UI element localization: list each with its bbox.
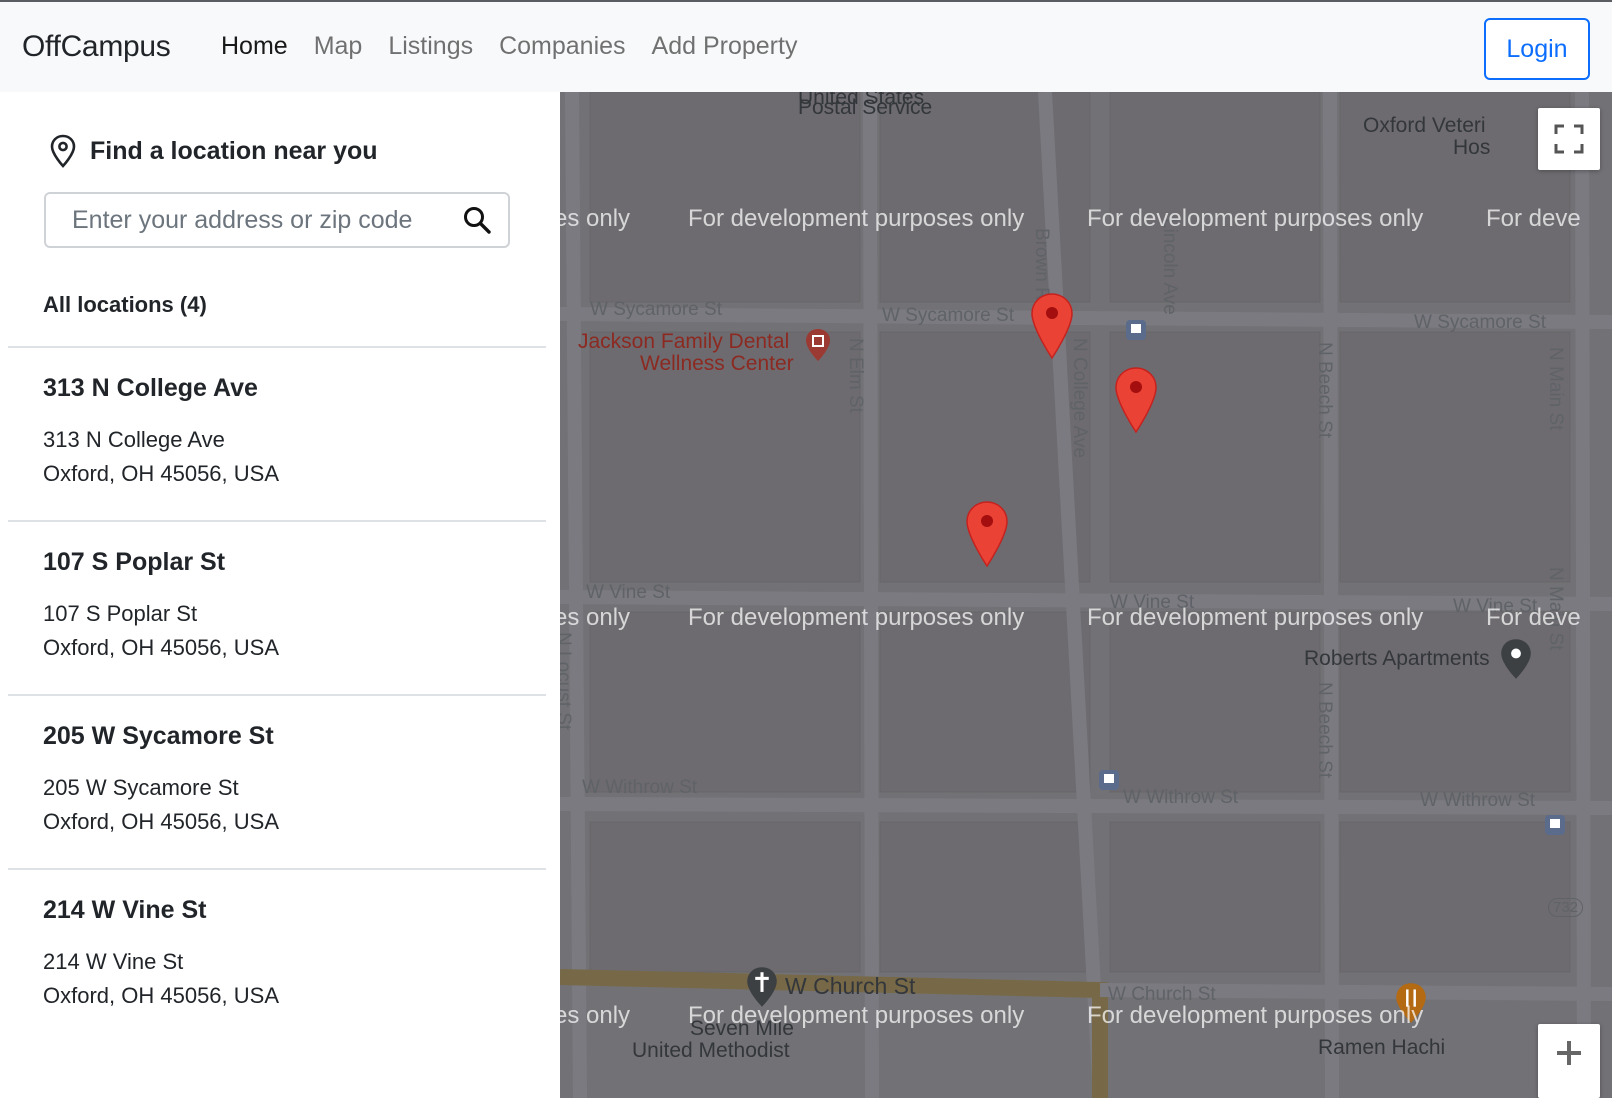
location-address-line2: Oxford, OH 45056, USA — [43, 635, 279, 660]
street-label-n-main: N Main St — [1545, 347, 1566, 431]
nav-link-add-property[interactable]: Add Property — [652, 32, 798, 61]
dev-watermark: For development purposes only — [688, 205, 1025, 232]
nav-link-map[interactable]: Map — [314, 32, 363, 61]
location-address-line2: Oxford, OH 45056, USA — [43, 809, 279, 834]
nav-link-home[interactable]: Home — [221, 32, 288, 61]
poi-label-united-methodist: United Methodist — [632, 1039, 790, 1062]
street-label-w-sycamore-east: W Sycamore St — [1414, 312, 1546, 333]
all-locations-count: All locations (4) — [43, 292, 207, 317]
street-label-w-vine-west: W Vine St — [586, 582, 671, 603]
fullscreen-icon — [1554, 124, 1584, 154]
street-label-w-withrow-west: W Withrow St — [582, 777, 698, 798]
location-sidebar: Find a location near you All locations (… — [0, 92, 560, 1098]
location-marker-pin[interactable] — [1030, 292, 1074, 360]
poi-label-postal: Postal Service — [798, 96, 933, 119]
route-732-shield: 732 — [1548, 898, 1584, 917]
dev-watermark: For development purposes only — [688, 1002, 1025, 1029]
bus-stop-icon[interactable] — [1098, 769, 1120, 791]
poi-label-oxford-vet: Oxford Veteri — [1363, 114, 1486, 137]
street-label-w-church: W Church St — [785, 973, 916, 999]
location-item[interactable]: 107 S Poplar St 107 S Poplar St Oxford, … — [8, 520, 546, 694]
street-label-n-elm: N Elm St — [845, 338, 866, 413]
nav-link-listings[interactable]: Listings — [388, 32, 473, 61]
poi-label-wellness-center: Wellness Center — [640, 352, 794, 375]
location-address-line1: 313 N College Ave — [43, 427, 225, 452]
dental-poi-icon[interactable] — [805, 328, 831, 362]
map-view[interactable]: W Sycamore St W Sycamore St W Sycamore S… — [560, 92, 1612, 1098]
dev-watermark: For development purposes only — [1087, 604, 1424, 631]
navbar: OffCampus Home Map Listings Companies Ad… — [0, 0, 1612, 92]
bus-stop-icon[interactable] — [1544, 814, 1566, 836]
location-address-line1: 107 S Poplar St — [43, 601, 198, 626]
location-list: 313 N College Ave 313 N College Ave Oxfo… — [8, 346, 546, 1042]
finder-heading: Find a location near you — [48, 134, 378, 168]
location-item[interactable]: 205 W Sycamore St 205 W Sycamore St Oxfo… — [8, 694, 546, 868]
street-label-w-sycamore-mid: W Sycamore St — [882, 305, 1014, 326]
location-address-line1: 205 W Sycamore St — [43, 775, 239, 800]
dev-watermark: es only — [560, 1002, 631, 1029]
zoom-in-button[interactable] — [1538, 1024, 1600, 1098]
search-icon[interactable] — [462, 205, 492, 235]
street-label-n-locust: N Locust St — [560, 632, 574, 731]
location-pin-icon — [50, 134, 76, 168]
poi-label-roberts-apartments: Roberts Apartments — [1304, 647, 1490, 670]
dev-watermark: es only — [560, 205, 631, 232]
location-marker-pin[interactable] — [1114, 366, 1158, 434]
street-label-n-beech-south: N Beech St — [1314, 682, 1335, 779]
location-item[interactable]: 214 W Vine St 214 W Vine St Oxford, OH 4… — [8, 868, 546, 1042]
apartment-poi-icon[interactable] — [1500, 638, 1532, 680]
fullscreen-button[interactable] — [1538, 108, 1600, 170]
street-label-n-beech: N Beech St — [1314, 342, 1335, 439]
login-button[interactable]: Login — [1484, 18, 1590, 80]
nav-link-companies[interactable]: Companies — [499, 32, 625, 61]
brand-logo[interactable]: OffCampus — [22, 30, 171, 64]
street-label-w-withrow-east: W Withrow St — [1420, 790, 1536, 811]
plus-icon — [1557, 1041, 1581, 1065]
location-name: 107 S Poplar St — [43, 548, 226, 576]
poi-label-oxford-vet-hos: Hos — [1453, 136, 1491, 159]
location-name: 214 W Vine St — [43, 896, 207, 924]
dev-watermark: For development purposes only — [1087, 1002, 1424, 1029]
map-base — [560, 92, 1612, 1098]
location-address-line1: 214 W Vine St — [43, 949, 184, 974]
nav-links: Home Map Listings Companies Add Property — [221, 32, 823, 61]
dev-watermark: For deve — [1486, 205, 1581, 232]
search-box — [44, 192, 510, 248]
dev-watermark: es only — [560, 604, 631, 631]
street-label-w-sycamore-west: W Sycamore St — [590, 299, 722, 320]
location-item[interactable]: 313 N College Ave 313 N College Ave Oxfo… — [8, 346, 546, 520]
dev-watermark: For development purposes only — [1087, 205, 1424, 232]
dev-watermark: For deve — [1486, 604, 1581, 631]
finder-title: Find a location near you — [90, 136, 378, 165]
location-name: 205 W Sycamore St — [43, 722, 274, 750]
location-address-line2: Oxford, OH 45056, USA — [43, 983, 279, 1008]
location-marker-pin[interactable] — [965, 500, 1009, 568]
location-address-line2: Oxford, OH 45056, USA — [43, 461, 279, 486]
street-label-w-withrow-mid: W Withrow St — [1123, 787, 1239, 808]
poi-label-jackson-dental: Jackson Family Dental — [578, 330, 790, 353]
dev-watermark: For development purposes only — [688, 604, 1025, 631]
poi-label-ramen-hachi: Ramen Hachi — [1318, 1036, 1446, 1059]
bus-stop-icon[interactable] — [1125, 319, 1147, 341]
location-name: 313 N College Ave — [43, 374, 258, 402]
address-search-input[interactable] — [46, 194, 446, 246]
